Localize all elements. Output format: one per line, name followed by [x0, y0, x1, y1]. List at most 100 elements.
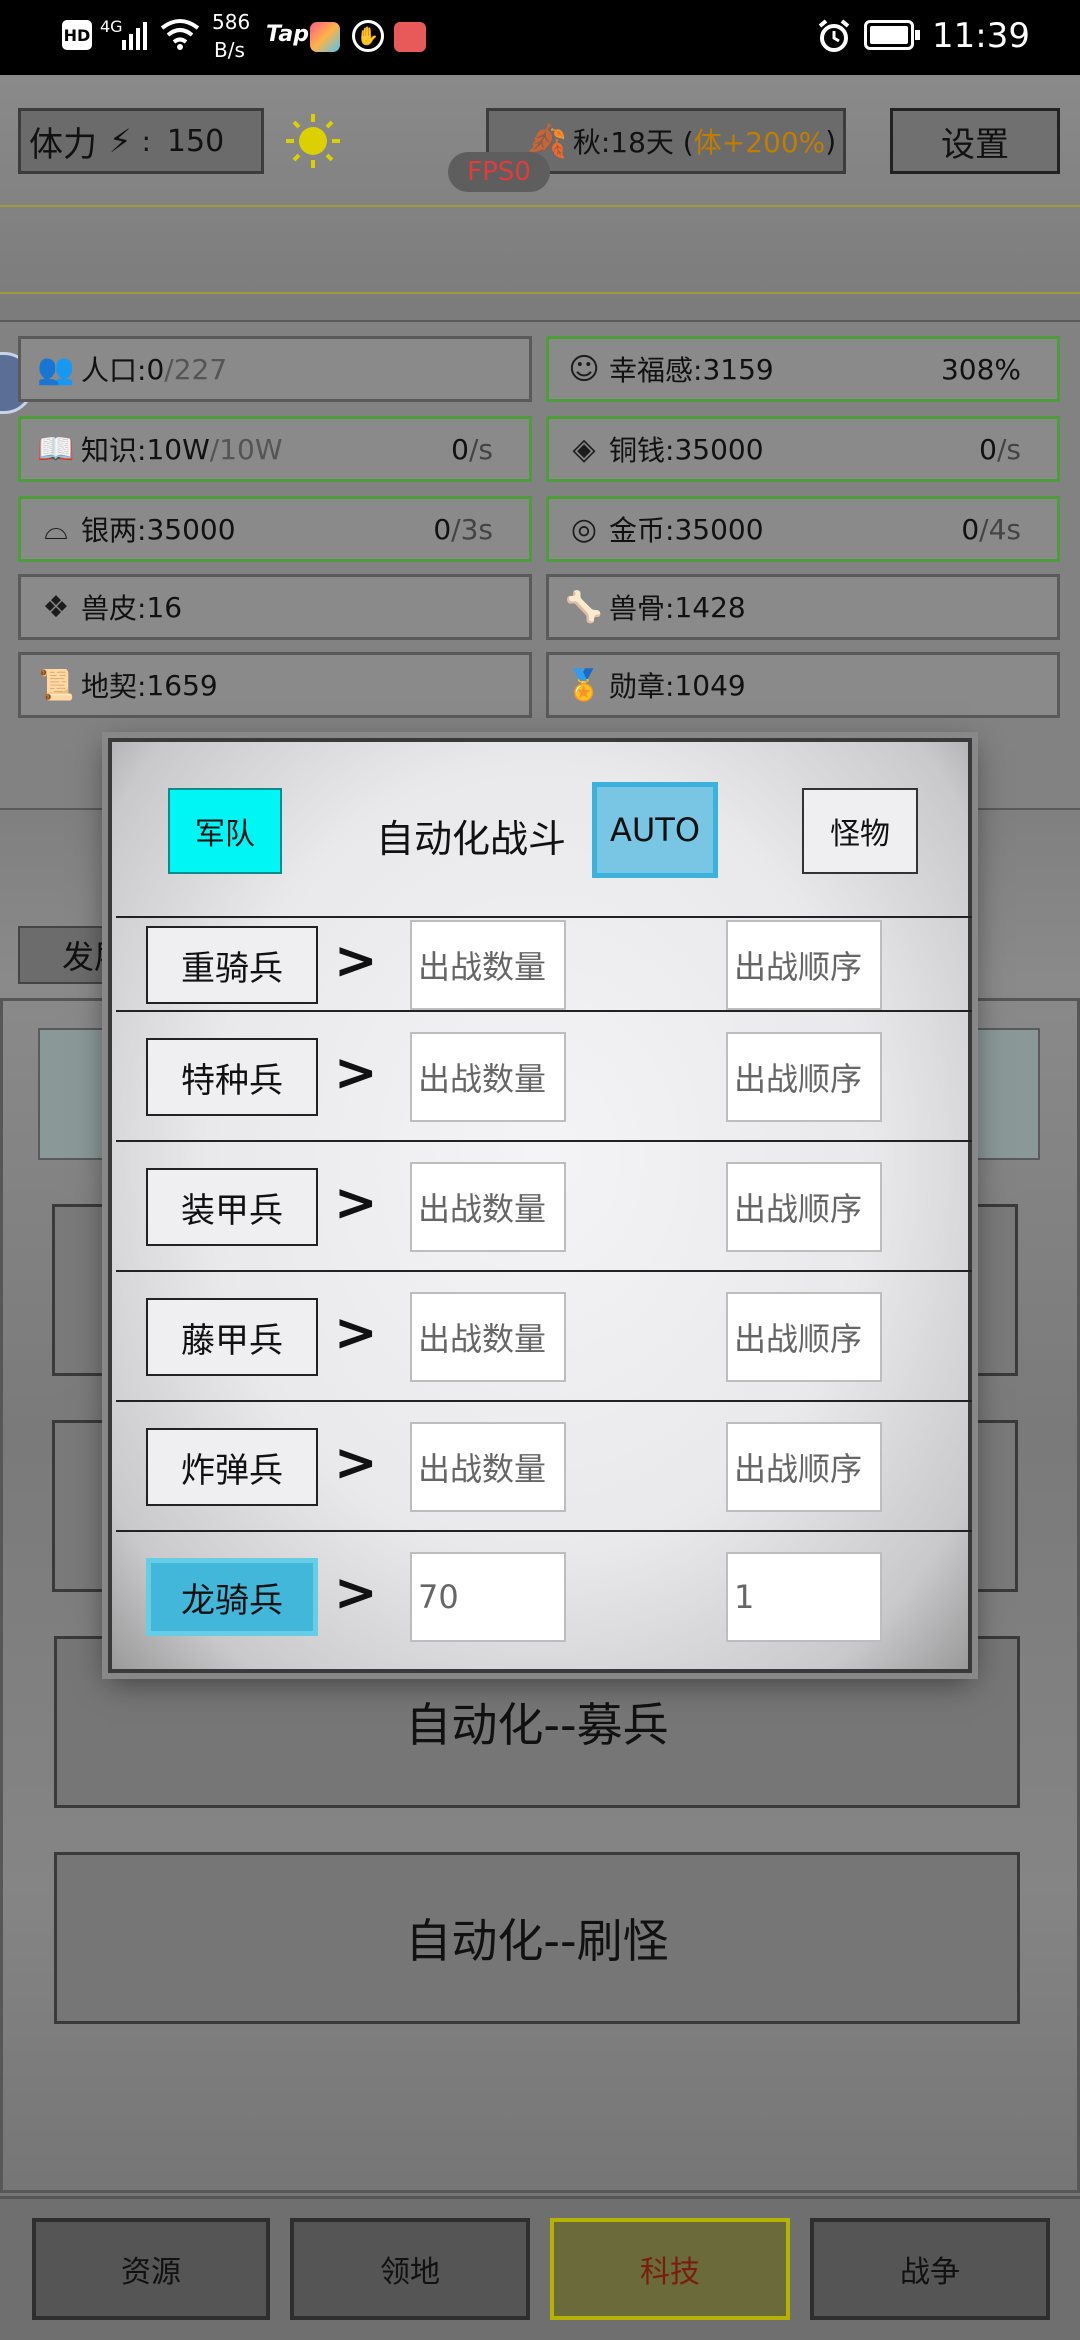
unit-name: 装甲兵	[181, 1190, 283, 1231]
medal-icon: 🏅	[565, 667, 603, 703]
resource-label: 幸福感:	[609, 354, 703, 387]
arrow-icon: >	[334, 1303, 378, 1363]
stamina-separator: :	[141, 124, 151, 158]
ingot-icon: ⌓	[44, 511, 68, 547]
deploy-order-input[interactable]: 出战顺序	[726, 920, 882, 1010]
resource-label: 兽皮:	[81, 592, 147, 625]
deploy-order-input[interactable]: 1	[726, 1552, 882, 1642]
monster-tab-button[interactable]: 怪物	[802, 788, 918, 874]
battery-icon	[864, 20, 920, 50]
stamina-value: 150	[166, 123, 225, 159]
nav-technology-label: 科技	[640, 2255, 700, 2290]
resource-rate-value: 0	[979, 432, 997, 466]
app-icon-red	[394, 22, 426, 52]
unit-button[interactable]: 藤甲兵	[146, 1298, 318, 1376]
unit-button[interactable]: 特种兵	[146, 1038, 318, 1116]
resource-right: 308%	[940, 352, 1021, 386]
status-bar: HD 4G 586 B/s Tap ✋ 11:39	[0, 0, 1080, 75]
resource-rate-value: 0	[961, 512, 980, 546]
fps-badge: FPS0	[448, 152, 550, 192]
resource-value-extra: /227	[164, 352, 228, 386]
army-tab-button[interactable]: 军队	[168, 788, 282, 874]
wifi-icon	[160, 18, 200, 54]
deploy-order-input[interactable]: 出战顺序	[726, 1032, 882, 1122]
nav-territory[interactable]: 领地	[290, 2218, 530, 2320]
deploy-order-text: 1	[734, 1578, 755, 1616]
book-icon: 📖	[37, 431, 75, 467]
deploy-count-text: 出战数量	[418, 1320, 547, 1358]
signal-icon	[122, 20, 150, 50]
resource-value: 16	[146, 590, 183, 624]
net-speed-unit: B/s	[214, 38, 245, 62]
resource-cell: ◎ 金币: 35000 0/4s	[546, 496, 1060, 562]
nav-technology[interactable]: 科技	[550, 2218, 790, 2320]
resource-value: 10W	[146, 432, 210, 466]
deploy-count-input[interactable]: 出战数量	[410, 1292, 566, 1382]
app-icon-hand: ✋	[352, 20, 384, 52]
arrow-icon: >	[334, 1433, 378, 1493]
deploy-count-input[interactable]: 出战数量	[410, 920, 566, 1010]
resource-value: 1049	[674, 668, 746, 702]
net-speed-value: 586	[212, 10, 251, 34]
deed-icon: 📜	[37, 667, 75, 703]
nav-war[interactable]: 战争	[810, 2218, 1050, 2320]
stamina-label: 体力	[29, 124, 97, 165]
hd-badge: HD	[62, 20, 92, 50]
nav-resources[interactable]: 资源	[32, 2218, 270, 2320]
auto-monsters-button[interactable]: 自动化--刷怪	[54, 1852, 1020, 2024]
deploy-count-input[interactable]: 出战数量	[410, 1032, 566, 1122]
resource-cell: ☺ 幸福感: 3159 308%	[546, 336, 1060, 402]
auto-toggle-button[interactable]: AUTO	[592, 782, 718, 878]
resource-value: 0	[146, 352, 165, 386]
resource-rate-unit: /4s	[979, 512, 1021, 546]
resource-rate-value: 0	[451, 432, 469, 466]
sun-icon	[284, 112, 342, 170]
monster-tab-label: 怪物	[830, 817, 890, 852]
arrow-icon: >	[334, 1173, 378, 1233]
resource-label: 勋章:	[609, 670, 675, 703]
deploy-count-text: 出战数量	[418, 948, 547, 986]
coin-icon: ◈	[572, 431, 596, 467]
resource-cell: 👥 人口: 0/227	[18, 336, 532, 402]
resource-cell: ❖ 兽皮: 16	[18, 574, 532, 640]
deploy-order-input[interactable]: 出战顺序	[726, 1422, 882, 1512]
deploy-count-input[interactable]: 出战数量	[410, 1422, 566, 1512]
unit-name: 龙骑兵	[181, 1580, 283, 1621]
unit-name: 特种兵	[181, 1060, 283, 1101]
bone-icon: 🦴	[565, 589, 603, 625]
deploy-count-input[interactable]: 70	[410, 1552, 566, 1642]
deploy-order-input[interactable]: 出战顺序	[726, 1292, 882, 1382]
unit-row: 特种兵 > 出战数量 出战顺序	[116, 1010, 972, 1140]
deploy-order-text: 出战顺序	[734, 1060, 863, 1098]
arrow-icon: >	[334, 1563, 378, 1623]
unit-button[interactable]: 龙骑兵	[146, 1558, 318, 1636]
resource-value: 1428	[674, 590, 746, 624]
network-label: 4G	[100, 17, 123, 36]
unit-button[interactable]: 炸弹兵	[146, 1428, 318, 1506]
smile-icon: ☺	[568, 351, 600, 387]
resource-label: 人口:	[81, 354, 147, 387]
resource-cell: ◈ 铜钱: 35000 0/s	[546, 416, 1060, 482]
unit-button[interactable]: 装甲兵	[146, 1168, 318, 1246]
arrow-icon: >	[334, 931, 378, 991]
resource-value: 35000	[146, 512, 236, 546]
gold-coin-icon: ◎	[570, 511, 598, 547]
resource-value-extra: /10W	[209, 432, 283, 466]
deploy-count-input[interactable]: 出战数量	[410, 1162, 566, 1252]
unit-button[interactable]: 重骑兵	[146, 926, 318, 1004]
unit-name: 藤甲兵	[181, 1320, 283, 1361]
deploy-order-text: 出战顺序	[734, 1320, 863, 1358]
resource-value: 1659	[146, 668, 218, 702]
unit-name: 炸弹兵	[181, 1450, 283, 1491]
lightning-icon: ⚡	[109, 122, 132, 160]
unit-name: 重骑兵	[181, 948, 283, 989]
settings-button[interactable]: 设置	[890, 108, 1060, 174]
resource-cell: 🏅 勋章: 1049	[546, 652, 1060, 718]
unit-row: 装甲兵 > 出战数量 出战顺序	[116, 1140, 972, 1270]
resource-cell: ⌓ 银两: 35000 0/3s	[18, 496, 532, 562]
auto-monsters-label: 自动化--刷怪	[405, 1914, 669, 1968]
resource-rate: 0/3s	[433, 513, 493, 546]
deploy-order-input[interactable]: 出战顺序	[726, 1162, 882, 1252]
deploy-order-text: 出战顺序	[734, 1190, 863, 1228]
resource-label: 银两:	[81, 514, 147, 547]
